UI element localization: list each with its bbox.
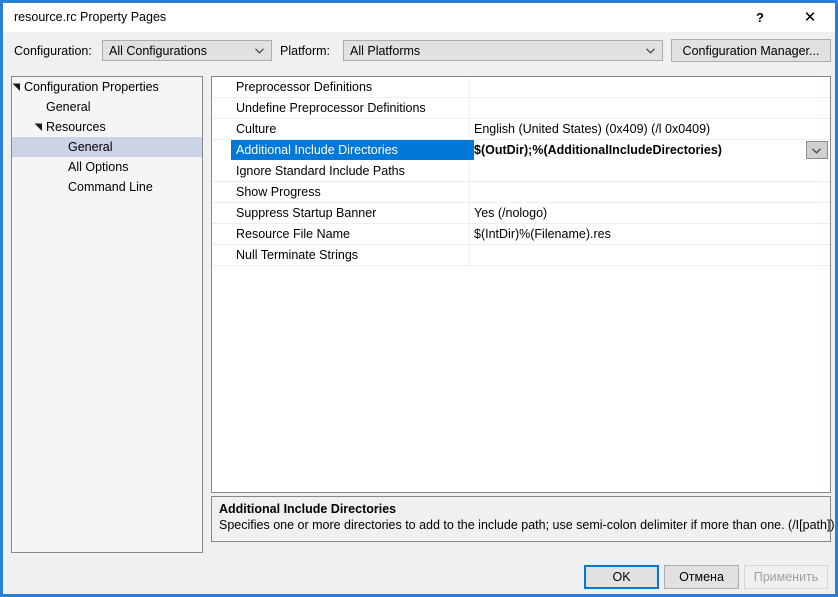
apply-button[interactable]: Применить — [744, 565, 828, 589]
property-row[interactable]: Resource File Name $(IntDir)%(Filename).r… — [212, 224, 830, 245]
property-grid[interactable]: Preprocessor Definitions Undefine Preproc… — [211, 76, 831, 493]
property-row[interactable]: Null Terminate Strings — [212, 245, 830, 266]
description-text: Specifies one or more directories to add… — [219, 518, 835, 532]
configuration-tree[interactable]: Configuration Properties General Resources… — [11, 76, 203, 553]
help-icon[interactable]: ? — [737, 3, 783, 32]
property-value[interactable]: Yes (/nologo) — [474, 203, 547, 223]
column-divider — [469, 245, 470, 265]
tree-item-label: Command Line — [68, 180, 153, 194]
property-value[interactable]: $(IntDir)%(Filename).res — [474, 224, 611, 244]
title-bar: resource.rc Property Pages ? ✕ — [3, 0, 835, 32]
property-name: Suppress Startup Banner — [236, 206, 377, 220]
property-value[interactable]: English (United States) (0x409) (/l 0x04… — [474, 119, 710, 139]
chevron-down-icon — [812, 148, 821, 154]
column-divider — [469, 224, 470, 244]
property-row[interactable]: Preprocessor Definitions — [212, 77, 830, 98]
tree-item[interactable]: Resources — [12, 117, 202, 137]
property-name: Additional Include Directories — [236, 143, 398, 157]
description-panel: Additional Include Directories Specifies… — [211, 496, 835, 542]
configuration-manager-button[interactable]: Configuration Manager... — [671, 39, 831, 62]
property-name: Resource File Name — [236, 227, 350, 241]
tree-item[interactable]: Command Line — [12, 177, 202, 197]
property-value[interactable]: $(OutDir);%(AdditionalIncludeDirectories… — [474, 140, 722, 160]
tree-item-label: Resources — [46, 120, 106, 134]
value-dropdown-button[interactable] — [806, 141, 828, 159]
tree-expander-expanded-icon[interactable] — [12, 83, 21, 92]
tree-item[interactable]: General — [12, 137, 202, 157]
column-divider — [469, 203, 470, 223]
tree-item-label: General — [68, 140, 113, 154]
property-row[interactable]: Suppress Startup Banner Yes (/nologo) — [212, 203, 830, 224]
row-selection-marker — [460, 140, 474, 160]
configuration-bar: Configuration: All Configurations Platfo… — [3, 32, 835, 68]
tree-item[interactable]: General — [12, 97, 202, 117]
property-row[interactable]: Undefine Preprocessor Definitions — [212, 98, 830, 119]
configuration-label: Configuration: — [14, 44, 92, 58]
property-name: Show Progress — [236, 185, 321, 199]
platform-select-value: All Platforms — [350, 44, 421, 58]
chevron-down-icon — [646, 48, 655, 54]
configuration-select-value: All Configurations — [109, 44, 207, 58]
help-glyph: ? — [756, 10, 764, 25]
property-name: Culture — [236, 122, 277, 136]
property-name: Ignore Standard Include Paths — [236, 164, 405, 178]
property-row[interactable]: Culture English (United States) (0x409) (… — [212, 119, 830, 140]
property-name: Preprocessor Definitions — [236, 80, 373, 94]
property-name: Null Terminate Strings — [236, 248, 359, 262]
close-glyph: ✕ — [803, 9, 817, 26]
property-name: Undefine Preprocessor Definitions — [236, 101, 426, 115]
tree-item-label: Configuration Properties — [24, 80, 159, 94]
tree-item-label: All Options — [68, 160, 129, 174]
property-pages-dialog: resource.rc Property Pages ? ✕ Configura… — [0, 0, 838, 597]
tree-item[interactable]: All Options — [12, 157, 202, 177]
column-divider — [469, 182, 470, 202]
property-row[interactable]: Additional Include Directories $(OutDir);… — [212, 140, 830, 161]
property-row[interactable]: Show Progress — [212, 182, 830, 203]
platform-label: Platform: — [280, 44, 331, 58]
column-divider — [469, 77, 470, 97]
property-row[interactable]: Ignore Standard Include Paths — [212, 161, 830, 182]
chevron-down-icon — [255, 48, 264, 54]
cancel-button[interactable]: Отмена — [664, 565, 739, 589]
tree-expander-expanded-icon[interactable] — [34, 123, 43, 132]
column-divider — [469, 161, 470, 181]
close-icon[interactable]: ✕ — [787, 3, 833, 32]
platform-select[interactable]: All Platforms — [343, 40, 663, 61]
column-divider — [469, 98, 470, 118]
configuration-select[interactable]: All Configurations — [102, 40, 272, 61]
description-title: Additional Include Directories — [219, 502, 397, 516]
column-divider — [469, 119, 470, 139]
tree-item-label: General — [46, 100, 91, 114]
window-title: resource.rc Property Pages — [14, 10, 167, 24]
tree-item[interactable]: Configuration Properties — [12, 77, 202, 97]
ok-button[interactable]: OK — [584, 565, 659, 589]
